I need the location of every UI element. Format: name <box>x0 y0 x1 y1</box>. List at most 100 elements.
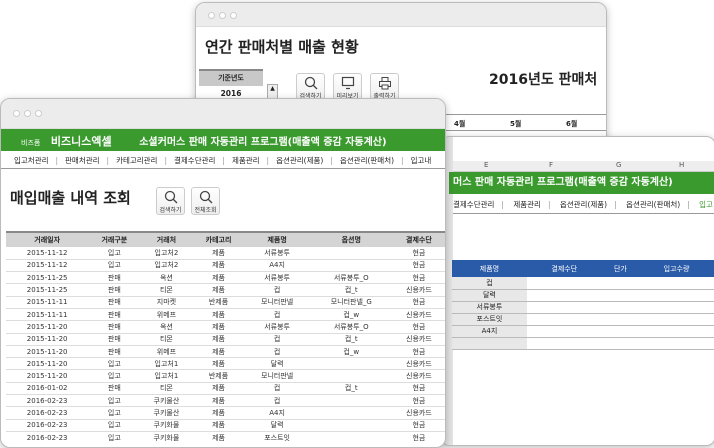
table-cell: 2016-02-23 <box>6 394 89 408</box>
table-cell: 2015-11-20 <box>6 320 89 334</box>
table-row[interactable]: 2016-02-23 입고 쿠키물산 제품 A4지 신용카드 <box>6 406 445 420</box>
table-cell: 제품 <box>192 419 245 432</box>
table-row[interactable]: 2015-11-12 입고 입고처2 제품 A4지 현금 <box>6 259 445 273</box>
table-cell: 2016-02-23 <box>6 431 89 442</box>
table-cell: 쿠키화물 <box>140 419 193 432</box>
nav-item[interactable]: 입고처관리 <box>14 156 49 165</box>
table-cell: 현금 <box>392 247 445 260</box>
table-cell: 제품 <box>192 382 245 396</box>
column-header: 옵션명 <box>309 231 393 247</box>
table-cell: 달력 <box>452 289 527 302</box>
table-cell: 판매 <box>88 333 141 346</box>
nav-item[interactable]: 옵션관리(제품) <box>560 200 607 209</box>
table-cell <box>309 394 393 408</box>
table-cell: 입고 <box>88 419 141 432</box>
table-cell: 현금 <box>392 271 445 285</box>
table-cell: 컵 <box>244 394 310 408</box>
table-cell: 컵 <box>244 345 310 359</box>
nav-item[interactable]: 입고 <box>699 200 713 209</box>
table-row[interactable]: 2015-11-25 판매 티몬 제품 컵 컵_t 신용카드 <box>6 283 445 297</box>
table-row[interactable]: A4지 <box>452 325 714 338</box>
table-cell: 2016-01-02 <box>6 382 89 396</box>
table-cell <box>309 369 393 383</box>
nav-item[interactable]: 제품관리 <box>232 156 260 165</box>
table-row[interactable]: 2015-11-20 판매 티몬 제품 컵 컵_t 신용카드 <box>6 333 445 346</box>
nav-item[interactable]: 옵션관리(제품) <box>276 156 323 165</box>
table-viewport: 거래일자 거래구분 거래처 카테고리 제품명 옵션명 결제수단 2015-11-12 입고 입고… <box>0 229 446 442</box>
table-cell: 컵_t <box>309 382 393 396</box>
table-cell: 컵_w <box>309 345 393 359</box>
print-button[interactable]: 출력하기 <box>370 73 399 101</box>
column-header: 거래처 <box>140 231 193 247</box>
table-cell: A4지 <box>244 259 310 273</box>
brand-small: 비즈폼 <box>21 139 41 147</box>
nav-item[interactable]: 옵션관리(판매처) <box>340 156 394 165</box>
table-row[interactable]: 2016-02-23 입고 쿠키화물 제품 달력 현금 <box>6 419 445 432</box>
table-cell: 위메프 <box>140 308 193 322</box>
table-cell: 제품 <box>192 283 245 297</box>
nav-separator: | <box>222 156 225 165</box>
table-row[interactable]: 2015-11-25 판매 옥션 제품 서류봉투 서류봉투_O 현금 <box>6 271 445 285</box>
table-row[interactable]: 2015-11-20 판매 옥션 제품 서류봉투 서류봉투_O 현금 <box>6 320 445 334</box>
table-cell: 모니터판넬 <box>244 369 310 383</box>
search-button[interactable]: 검색하기 <box>296 73 325 101</box>
table-cell: 판매 <box>88 320 141 334</box>
table-cell: 입고 <box>88 247 141 260</box>
table-row[interactable]: 2015-11-11 판매 지마켓 반제품 모니터판넬 모니터판넬_G 현금 <box>6 296 445 309</box>
table-row[interactable]: 컵 <box>452 277 714 290</box>
table-cell <box>309 259 393 273</box>
table-cell: 제품 <box>192 259 245 273</box>
nav-item[interactable]: 입고내 <box>411 156 432 165</box>
nav-separator: | <box>106 156 110 165</box>
view-all-button[interactable]: 전체조회 <box>191 187 220 215</box>
table-row[interactable]: 2015-11-20 판매 위메프 제품 컵 컵_w 현금 <box>6 345 445 359</box>
search-icon <box>199 190 212 204</box>
table-cell <box>526 277 602 290</box>
table-row[interactable]: 2016-02-23 입고 쿠키화물 제품 포스트잇 현금 <box>6 431 445 442</box>
table-row[interactable]: 2016-02-23 입고 쿠키물산 제품 컵 현금 <box>6 394 445 408</box>
table-cell: 제품 <box>192 271 245 285</box>
table-row[interactable]: 포스트잇 <box>452 313 714 326</box>
table-cell: 티몬 <box>140 382 193 396</box>
nav-menu: 결제수단관리 | 제품관리 | 옵션관리(제품) | 옵션관리(판매처) | 입고 <box>453 196 714 214</box>
table-cell: 신용카드 <box>392 283 445 297</box>
banner-title: 소셜커머스 판매 자동관리 프로그램(매출액 증감 자동계산) <box>139 137 387 148</box>
table-cell: 현금 <box>392 345 445 359</box>
table-cell: 서류봉투_O <box>309 271 393 285</box>
table-cell: 달력 <box>244 419 310 432</box>
column-header: 제품명 <box>244 231 310 247</box>
table-cell: 제품 <box>192 357 245 371</box>
table-cell: A4지 <box>452 325 527 338</box>
table-cell: 쿠키물산 <box>140 394 193 408</box>
table-cell: 신용카드 <box>392 406 445 420</box>
table-row[interactable]: 2015-11-11 판매 위메프 제품 컵 컵_w 신용카드 <box>6 308 445 322</box>
nav-item[interactable]: 옵션관리(판매처) <box>626 200 680 209</box>
table-cell: 판매 <box>88 308 141 322</box>
nav-item[interactable]: 카테고리관리 <box>116 156 157 165</box>
table-row[interactable]: 2015-11-20 입고 입고처1 제품 달력 신용카드 <box>6 357 445 371</box>
nav-item[interactable]: 판매처관리 <box>65 156 100 165</box>
column-letter: H <box>679 161 685 169</box>
table-cell: 옥션 <box>140 320 193 334</box>
table-row[interactable] <box>452 337 714 350</box>
program-banner: 머스 판매 자동관리 프로그램(매출액 증감 자동계산) <box>449 172 714 194</box>
search-button[interactable]: 검색하기 <box>156 187 185 215</box>
nav-item[interactable]: 결제수단관리 <box>174 156 215 165</box>
table-cell: 2015-11-25 <box>6 283 89 297</box>
table-cell: A4지 <box>244 406 310 420</box>
table-row[interactable]: 달력 <box>452 289 714 302</box>
table-row[interactable]: 2015-11-12 입고 입고처2 제품 서류봉투 현금 <box>6 247 445 260</box>
year-label: 기준년도 <box>199 69 263 86</box>
nav-item[interactable]: 제품관리 <box>513 200 541 209</box>
nav-item[interactable]: 결제수단관리 <box>453 200 494 209</box>
table-cell: 쿠키화물 <box>140 431 193 442</box>
table-cell <box>526 289 602 302</box>
column-header: 결제수단 <box>392 231 445 247</box>
table-cell: 2015-11-11 <box>6 296 89 309</box>
table-row[interactable]: 2016-01-02 판매 티몬 제품 컵 컵_t 현금 <box>6 382 445 396</box>
table-cell <box>309 419 393 432</box>
preview-button[interactable]: 미리보기 <box>333 73 362 101</box>
table-row[interactable]: 서류봉투 <box>452 301 714 314</box>
table-row[interactable]: 2015-11-20 입고 입고처1 반제품 모니터판넬 신용카드 <box>6 369 445 383</box>
report-title: 2016년도 판매처 <box>489 72 598 88</box>
